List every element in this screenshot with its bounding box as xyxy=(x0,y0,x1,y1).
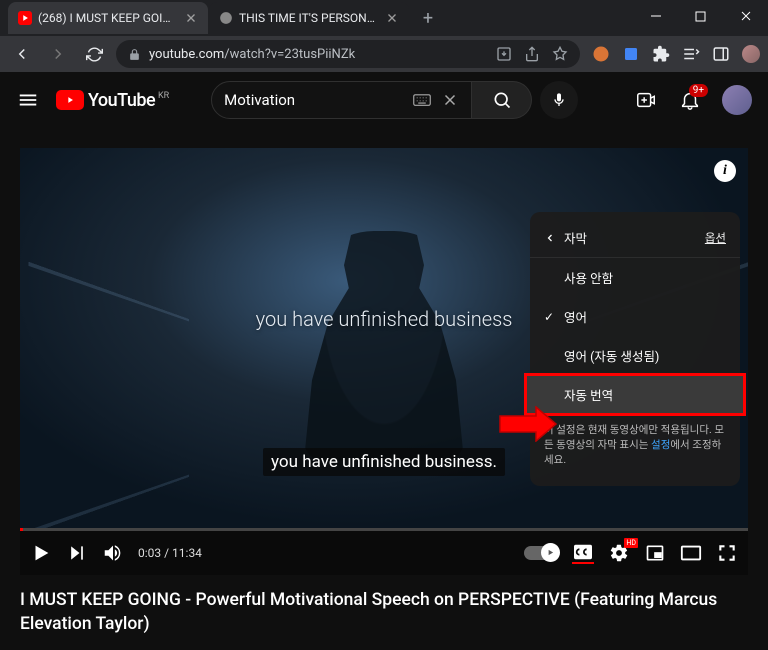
close-window-button[interactable] xyxy=(723,0,768,32)
autoplay-toggle[interactable] xyxy=(524,546,558,560)
theater-mode-button[interactable] xyxy=(680,542,702,564)
account-avatar[interactable] xyxy=(722,85,752,115)
page-favicon xyxy=(219,11,233,25)
youtube-logo-text: YouTube xyxy=(88,90,155,111)
keyboard-icon[interactable] xyxy=(413,93,431,107)
time-display: 0:03 / 11:34 xyxy=(138,546,202,560)
search-container: Motivation xyxy=(211,81,578,119)
menu-item-label: 자동 번역 xyxy=(564,385,613,404)
play-button[interactable] xyxy=(30,542,52,564)
menu-item-label: 영어 (자동 생성됨) xyxy=(564,346,659,365)
tab-title: (268) I MUST KEEP GOING - Po xyxy=(38,11,178,25)
search-button[interactable] xyxy=(472,81,532,119)
close-icon[interactable] xyxy=(385,11,399,25)
side-panel-icon[interactable] xyxy=(712,45,730,63)
search-input-value: Motivation xyxy=(224,91,295,109)
miniplayer-button[interactable] xyxy=(644,542,666,564)
menu-title: 자막 xyxy=(564,228,587,247)
video-caption-decorative: you have unfinished business xyxy=(256,307,513,331)
fullscreen-button[interactable] xyxy=(716,542,738,564)
share-icon[interactable] xyxy=(524,46,540,62)
video-caption-subtitle: you have unfinished business. xyxy=(263,448,505,476)
address-bar-row: youtube.com/watch?v=23tusPiiNZk xyxy=(0,36,768,72)
install-icon[interactable] xyxy=(496,46,512,62)
create-button[interactable] xyxy=(634,88,658,112)
extension-icon[interactable] xyxy=(592,45,610,63)
captions-settings-menu: 자막 옵션 사용 안함 영어 영어 (자동 생성됨) 자동 번역 이 설정은 현… xyxy=(530,212,740,486)
autoplay-knob xyxy=(541,543,560,562)
extensions-button[interactable] xyxy=(652,45,670,63)
youtube-logo[interactable]: YouTube KR xyxy=(56,90,155,111)
notifications-button[interactable]: 9+ xyxy=(678,88,702,112)
player-control-bar: 0:03 / 11:34 HD xyxy=(20,531,748,575)
browser-tab[interactable]: (268) I MUST KEEP GOING - Po xyxy=(8,2,208,34)
lock-icon xyxy=(128,48,141,61)
tab-title: THIS TIME IT'S PERSONAL - Pow xyxy=(239,11,379,25)
settings-button[interactable]: HD xyxy=(608,542,630,564)
scene-decoration xyxy=(28,262,189,528)
maximize-button[interactable] xyxy=(678,0,723,32)
scene-silhouette xyxy=(304,231,464,461)
next-button[interactable] xyxy=(66,542,88,564)
quality-badge: HD xyxy=(624,538,638,548)
menu-header: 자막 옵션 xyxy=(530,222,740,258)
address-bar[interactable]: youtube.com/watch?v=23tusPiiNZk xyxy=(116,40,580,68)
bookmark-icon[interactable] xyxy=(552,46,568,62)
back-button[interactable] xyxy=(8,40,36,68)
menu-options-link[interactable]: 옵션 xyxy=(705,230,726,246)
window-controls xyxy=(633,0,768,32)
hamburger-menu-button[interactable] xyxy=(16,88,40,112)
menu-item-label: 사용 안함 xyxy=(564,268,613,287)
caption-option-off[interactable]: 사용 안함 xyxy=(530,258,740,297)
reload-button[interactable] xyxy=(80,40,108,68)
youtube-region-code: KR xyxy=(158,91,169,101)
volume-button[interactable] xyxy=(102,542,124,564)
url-text: youtube.com/watch?v=23tusPiiNZk xyxy=(149,47,355,62)
youtube-play-icon xyxy=(56,90,84,110)
minimize-button[interactable] xyxy=(633,0,678,32)
browser-chrome: (268) I MUST KEEP GOING - Po THIS TIME I… xyxy=(0,0,768,72)
reading-list-icon[interactable] xyxy=(682,45,700,63)
clear-search-icon[interactable] xyxy=(441,91,459,109)
voice-search-button[interactable] xyxy=(540,81,578,119)
chevron-left-icon[interactable] xyxy=(544,232,556,244)
profile-avatar-icon[interactable] xyxy=(742,45,760,63)
forward-button[interactable] xyxy=(44,40,72,68)
settings-link[interactable]: 설정 xyxy=(651,438,670,451)
youtube-favicon xyxy=(18,11,32,25)
caption-option-english[interactable]: 영어 xyxy=(530,297,740,336)
extension-icon[interactable] xyxy=(622,45,640,63)
caption-option-english-auto[interactable]: 영어 (자동 생성됨) xyxy=(530,336,740,375)
browser-tab[interactable]: THIS TIME IT'S PERSONAL - Pow xyxy=(209,2,409,34)
video-title: I MUST KEEP GOING - Powerful Motivationa… xyxy=(0,575,768,650)
video-player[interactable]: i you have unfinished business you have … xyxy=(20,148,748,528)
info-icon[interactable]: i xyxy=(714,160,736,182)
close-icon[interactable] xyxy=(184,11,198,25)
captions-button[interactable] xyxy=(572,542,594,564)
header-actions: 9+ xyxy=(634,85,752,115)
caption-option-auto-translate[interactable]: 자동 번역 xyxy=(526,375,744,414)
search-input[interactable]: Motivation xyxy=(211,81,472,119)
extensions-area xyxy=(592,45,760,63)
player-wrapper: i you have unfinished business you have … xyxy=(0,128,768,575)
menu-item-label: 영어 xyxy=(564,307,587,326)
notification-badge: 9+ xyxy=(689,84,708,97)
youtube-header: YouTube KR Motivation 9+ xyxy=(0,72,768,128)
new-tab-button[interactable]: + xyxy=(414,4,442,32)
menu-footer-note: 이 설정은 현재 동영상에만 적용됩니다. 모든 동영상의 자막 표시는 설정에… xyxy=(530,414,740,476)
tab-strip: (268) I MUST KEEP GOING - Po THIS TIME I… xyxy=(0,0,768,36)
